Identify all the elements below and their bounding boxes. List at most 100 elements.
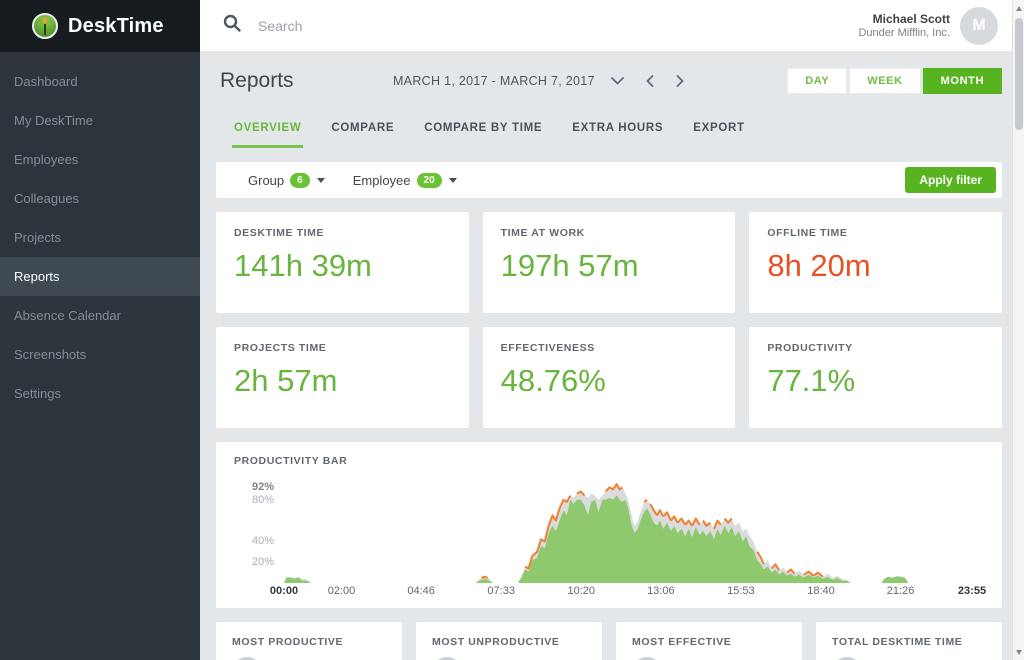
tab-extra-hours[interactable]: EXTRA HOURS	[570, 114, 665, 148]
page-title: Reports	[216, 69, 294, 93]
sidebar-item-reports[interactable]: Reports	[0, 257, 200, 296]
leader-label: MOST PRODUCTIVE	[232, 636, 386, 648]
view-button-month[interactable]: MONTH	[923, 68, 1002, 94]
leaders-grid: MOST PRODUCTIVEDDarryl Philbin MOST UNPRO…	[216, 622, 1002, 660]
scroll-up-icon[interactable]	[1013, 1, 1024, 15]
stat-card-time-at-work: TIME AT WORK 197h 57m	[483, 212, 736, 313]
x-tick-label: 13:06	[647, 585, 675, 597]
x-tick-label: 07:33	[487, 585, 515, 597]
x-tick-label: 10:20	[567, 585, 595, 597]
productivity-bar-card: PRODUCTIVITY BAR 92%80% 40% 20% 00:00 02:00…	[216, 442, 1002, 608]
sidebar-item-my-desktime[interactable]: My DeskTime	[0, 101, 200, 140]
productivity-area-chart	[284, 479, 972, 583]
y-tick-label: 92%	[252, 481, 274, 493]
sidebar-item-screenshots[interactable]: Screenshots	[0, 335, 200, 374]
tab-compare-by-time[interactable]: COMPARE BY TIME	[422, 114, 544, 148]
desktime-gauge-icon	[32, 13, 58, 39]
stat-label: PROJECTS TIME	[234, 342, 451, 354]
leader-label: TOTAL DESKTIME TIME	[832, 636, 986, 648]
sidebar-item-employees[interactable]: Employees	[0, 140, 200, 179]
brand-logo[interactable]: DeskTime	[0, 0, 200, 52]
stat-label: TIME AT WORK	[501, 227, 718, 239]
stat-value: 141h 39m	[234, 248, 451, 284]
tab-compare[interactable]: COMPARE	[329, 114, 396, 148]
employee-filter-dropdown[interactable]: Employee 20	[353, 173, 457, 188]
stat-value: 2h 57m	[234, 363, 451, 399]
user-company: Dunder Mifflin, Inc.	[858, 27, 950, 39]
sidebar-item-settings[interactable]: Settings	[0, 374, 200, 413]
caret-down-icon	[317, 178, 325, 183]
stat-card-productivity: PRODUCTIVITY77.1%	[749, 327, 1002, 428]
scroll-down-icon[interactable]	[1013, 645, 1024, 659]
caret-down-icon	[449, 178, 457, 183]
stat-card-desktime-time: DESKTIME TIME 141h 39m	[216, 212, 469, 313]
x-tick-label: 02:00	[328, 585, 356, 597]
y-tick-label: 20%	[252, 556, 274, 568]
apply-filter-button[interactable]: Apply filter	[905, 167, 996, 193]
sidebar: DeskTime DashboardMy DeskTimeEmployeesCo…	[0, 0, 200, 660]
x-tick-label: 23:55	[958, 585, 986, 597]
view-button-day[interactable]: DAY	[787, 68, 847, 94]
brand-name: DeskTime	[68, 15, 164, 38]
group-filter-label: Group	[248, 173, 284, 188]
stat-card-offline-time: OFFLINE TIME 8h 20m	[749, 212, 1002, 313]
sidebar-item-dashboard[interactable]: Dashboard	[0, 62, 200, 101]
user-info: Michael Scott Dunder Mifflin, Inc.	[858, 12, 950, 39]
x-tick-label: 15:53	[727, 585, 755, 597]
prev-period-icon[interactable]	[642, 71, 658, 91]
main-column: Michael Scott Dunder Mifflin, Inc. M Rep…	[200, 0, 1024, 660]
sidebar-item-projects[interactable]: Projects	[0, 218, 200, 257]
user-menu[interactable]: Michael Scott Dunder Mifflin, Inc. M	[858, 7, 998, 45]
x-tick-label: 21:26	[887, 585, 915, 597]
y-tick-label: 40%	[252, 535, 274, 547]
view-switch: DAYWEEKMONTH	[787, 68, 1002, 94]
scrollbar-thumb[interactable]	[1015, 18, 1023, 130]
leader-card-most-productive: MOST PRODUCTIVEDDarryl Philbin	[216, 622, 402, 660]
chart-x-axis: 00:0002:0004:4607:3310:2013:0615:5318:40…	[284, 583, 972, 601]
sidebar-item-colleagues[interactable]: Colleagues	[0, 179, 200, 218]
tab-overview[interactable]: OVERVIEW	[232, 114, 303, 148]
stat-value: 48.76%	[501, 363, 718, 399]
y-tick-label: 80%	[252, 494, 274, 506]
leader-label: MOST UNPRODUCTIVE	[432, 636, 586, 648]
x-tick-label: 00:00	[270, 585, 298, 597]
search-bar	[222, 13, 858, 38]
leader-label: MOST EFFECTIVE	[632, 636, 786, 648]
x-tick-label: 04:46	[407, 585, 435, 597]
stat-card-effectiveness: EFFECTIVENESS48.76%	[483, 327, 736, 428]
stat-value: 8h 20m	[767, 248, 984, 284]
leader-card-most-effective: MOST EFFECTIVEDDarryl Philbin	[616, 622, 802, 660]
stats-grid: DESKTIME TIME 141h 39m TIME AT WORK 197h 57…	[216, 212, 1002, 428]
topbar: Michael Scott Dunder Mifflin, Inc. M	[200, 0, 1024, 52]
view-button-week[interactable]: WEEK	[849, 68, 920, 94]
app-window: DeskTime DashboardMy DeskTimeEmployeesCo…	[0, 0, 1024, 660]
chevron-down-icon[interactable]	[607, 73, 628, 89]
employee-count-badge: 20	[417, 173, 442, 188]
user-name: Michael Scott	[858, 12, 950, 26]
stat-label: OFFLINE TIME	[767, 227, 984, 239]
group-filter-dropdown[interactable]: Group 6	[248, 173, 325, 188]
report-tabs: OVERVIEW COMPARE COMPARE BY TIME EXTRA HOUR…	[216, 114, 1002, 148]
user-avatar[interactable]: M	[960, 7, 998, 45]
vertical-scrollbar[interactable]	[1012, 0, 1024, 660]
leader-card-most-unproductive: MOST UNPRODUCTIVEMMeredith Palmer	[416, 622, 602, 660]
chart-title: PRODUCTIVITY BAR	[234, 455, 984, 467]
stat-card-projects-time: PROJECTS TIME 2h 57m	[216, 327, 469, 428]
sidebar-item-absence-calendar[interactable]: Absence Calendar	[0, 296, 200, 335]
next-period-icon[interactable]	[672, 71, 688, 91]
page-header: Reports MARCH 1, 2017 - MARCH 7, 2017 DA…	[216, 52, 1002, 110]
date-range-label[interactable]: MARCH 1, 2017 - MARCH 7, 2017	[393, 74, 595, 88]
search-icon[interactable]	[222, 13, 242, 38]
stat-label: PRODUCTIVITY	[767, 342, 984, 354]
sidebar-nav: DashboardMy DeskTimeEmployeesColleaguesP…	[0, 52, 200, 413]
tab-export[interactable]: EXPORT	[691, 114, 747, 148]
content: Reports MARCH 1, 2017 - MARCH 7, 2017 DA…	[200, 52, 1024, 660]
stat-label: DESKTIME TIME	[234, 227, 451, 239]
leader-card-total-desktime-time: TOTAL DESKTIME TIMEMMeredith Palmer	[816, 622, 1002, 660]
search-input[interactable]	[258, 18, 558, 34]
stat-value: 197h 57m	[501, 248, 718, 284]
employee-filter-label: Employee	[353, 173, 411, 188]
filter-bar: Group 6 Employee 20 Apply filter	[216, 162, 1002, 198]
group-count-badge: 6	[290, 173, 310, 188]
x-tick-label: 18:40	[807, 585, 835, 597]
